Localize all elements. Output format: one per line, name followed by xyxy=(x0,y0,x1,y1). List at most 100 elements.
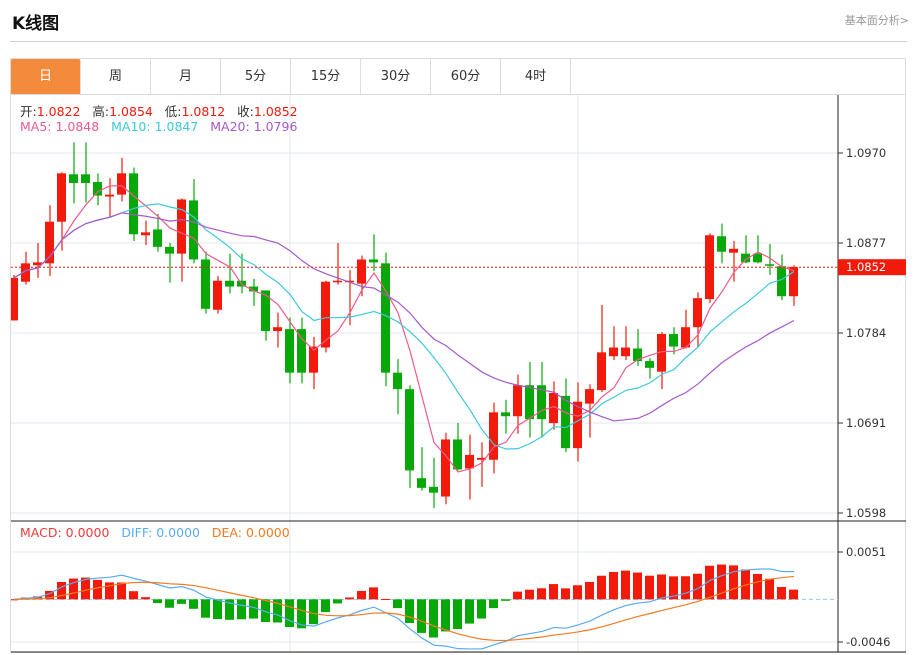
price-tick-label: 1.0691 xyxy=(846,416,886,430)
candle-body xyxy=(81,174,90,183)
macd-bar xyxy=(489,599,498,609)
macd-bar xyxy=(681,576,690,600)
diff-value: DIFF: 0.0000 xyxy=(121,525,200,540)
candle-body xyxy=(273,327,282,332)
candle-body xyxy=(609,347,618,357)
macd-bar xyxy=(285,599,294,628)
macd-bar xyxy=(177,599,186,604)
candle-body xyxy=(333,280,342,283)
candle-body xyxy=(285,329,294,373)
candle-body xyxy=(141,232,150,236)
candle-body xyxy=(93,182,102,196)
candle-body xyxy=(777,266,786,297)
macd-bar xyxy=(393,599,402,609)
ohlc-readout: 开:1.0822 高:1.0854 低:1.0812 收:1.0852 xyxy=(20,101,298,120)
candle-body xyxy=(129,173,138,235)
macd-bar xyxy=(573,585,582,600)
macd-bar xyxy=(477,599,486,619)
last-price-label: 1.0852 xyxy=(846,260,886,274)
close-value: 1.0852 xyxy=(253,104,298,119)
macd-bar xyxy=(513,591,522,600)
price-tick-label: 1.0598 xyxy=(846,506,886,520)
candle-body xyxy=(669,333,678,347)
macd-bar xyxy=(357,590,366,600)
candle-body xyxy=(153,229,162,247)
macd-bar xyxy=(585,581,594,600)
macd-bar xyxy=(537,588,546,600)
macd-bar xyxy=(213,599,222,620)
candle-body xyxy=(561,395,570,449)
macd-tick-label: 0.0051 xyxy=(846,545,886,559)
candle-body xyxy=(621,347,630,357)
macd-tick-label: -0.0046 xyxy=(846,635,890,649)
macd-bar xyxy=(777,586,786,600)
macd-bar xyxy=(753,573,762,600)
candle-body xyxy=(729,248,738,253)
macd-bar xyxy=(765,578,774,600)
macd-bar xyxy=(645,575,654,600)
candle-body xyxy=(213,280,222,310)
macd-bar xyxy=(333,599,342,604)
macd-bar xyxy=(621,570,630,600)
macd-bar xyxy=(453,599,462,630)
macd-bar xyxy=(657,574,666,600)
candle-body xyxy=(261,290,270,332)
kline-chart[interactable]: 1.0970 1.0877 1.0784 1.0691 1.0598 0.0051 -0.0… xyxy=(0,0,917,655)
ma10-line xyxy=(13,203,795,450)
candle-body xyxy=(189,200,198,260)
ma-readout: MA5: 1.0848 MA10: 1.0847 MA20: 1.0796 xyxy=(20,119,297,134)
candle-body xyxy=(165,246,174,254)
candle-body xyxy=(381,263,390,373)
candle-body xyxy=(765,264,774,266)
macd-bar xyxy=(429,599,438,638)
macd-bar xyxy=(597,575,606,600)
candle-body xyxy=(693,298,702,328)
macd-bar xyxy=(633,572,642,600)
candle-body xyxy=(57,173,66,222)
candle-body xyxy=(369,259,378,263)
macd-bar xyxy=(345,597,354,600)
macd-bar xyxy=(417,599,426,633)
ma5-value: MA5: 1.0848 xyxy=(20,119,100,134)
dea-value: DEA: 0.0000 xyxy=(211,525,290,540)
macd-bar xyxy=(321,599,330,613)
macd-bar xyxy=(369,587,378,600)
ma10-value: MA10: 1.0847 xyxy=(111,119,199,134)
candle-body xyxy=(105,194,114,197)
macd-bar xyxy=(141,597,150,600)
candle-body xyxy=(573,401,582,449)
low-label: 低: xyxy=(164,104,182,119)
ma20-line xyxy=(13,212,795,422)
candle-body xyxy=(309,346,318,373)
macd-bar xyxy=(549,584,558,600)
candle-body xyxy=(417,478,426,488)
low-value: 1.0812 xyxy=(181,104,226,119)
macd-bar xyxy=(165,599,174,608)
candle-body xyxy=(297,329,306,373)
candle-body xyxy=(525,385,534,420)
candle-body xyxy=(69,174,78,183)
macd-bar xyxy=(609,571,618,600)
candle-body xyxy=(585,389,594,404)
macd-bar xyxy=(441,599,450,632)
price-tick-label: 1.0970 xyxy=(846,146,886,160)
macd-bar xyxy=(405,599,414,623)
candle-body xyxy=(717,236,726,252)
candle-body xyxy=(117,173,126,195)
candle-body xyxy=(357,259,366,284)
macd-bar xyxy=(729,565,738,600)
high-label: 高: xyxy=(92,104,110,119)
close-label: 收: xyxy=(237,104,254,119)
macd-bar xyxy=(117,582,126,600)
candle-body xyxy=(177,199,186,254)
candle-body xyxy=(465,454,474,469)
macd-value: MACD: 0.0000 xyxy=(20,525,110,540)
macd-bar xyxy=(561,588,570,600)
candle-body xyxy=(441,439,450,497)
candle-body xyxy=(405,389,414,471)
macd-bar xyxy=(525,589,534,600)
macd-pane xyxy=(11,564,798,650)
macd-bar xyxy=(501,599,510,601)
high-value: 1.0854 xyxy=(109,104,153,119)
macd-bar xyxy=(465,599,474,624)
